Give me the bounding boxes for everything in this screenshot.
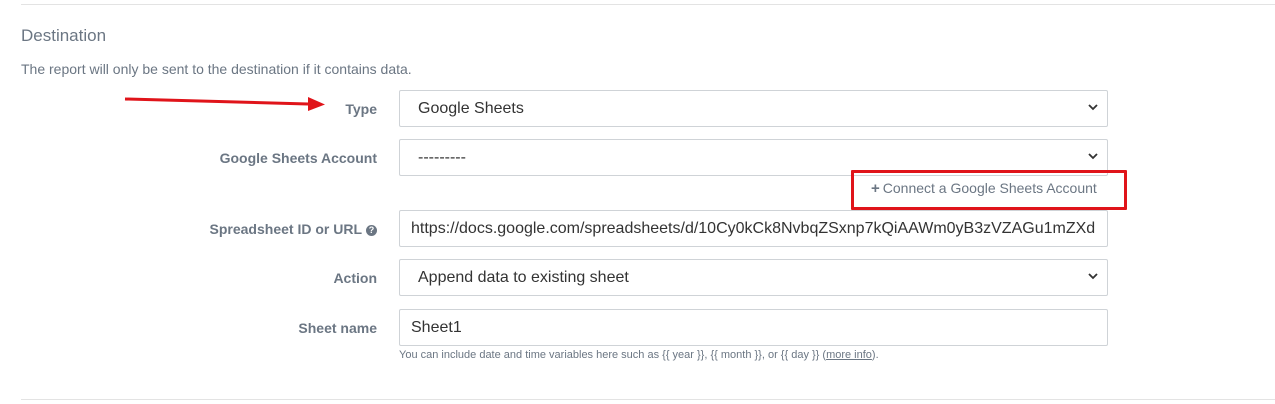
- sheet-name-input[interactable]: [399, 309, 1108, 346]
- action-select[interactable]: Append data to existing sheet: [399, 259, 1108, 296]
- sheet-name-label: Sheet name: [298, 320, 377, 336]
- question-circle-icon[interactable]: ?: [366, 225, 377, 236]
- more-info-link[interactable]: more info: [826, 349, 872, 361]
- type-select[interactable]: Google Sheets: [399, 90, 1108, 127]
- annotation-highlight-box: [851, 170, 1127, 210]
- chevron-down-icon: [1088, 104, 1098, 111]
- hint-text: You can include date and time variables …: [399, 349, 827, 361]
- annotation-arrow-icon: [124, 97, 325, 111]
- chevron-down-icon: [1088, 273, 1098, 280]
- top-divider: [21, 4, 1275, 5]
- spreadsheet-url-input[interactable]: [399, 210, 1108, 247]
- type-label: Type: [345, 101, 377, 117]
- bottom-divider: [21, 399, 1275, 400]
- spreadsheet-label: Spreadsheet ID or URL?: [210, 221, 377, 237]
- section-title: Destination: [21, 26, 107, 45]
- account-select-value: ---------: [418, 149, 466, 166]
- hint-text-end: ).: [871, 349, 879, 361]
- account-label: Google Sheets Account: [219, 150, 377, 166]
- action-label: Action: [333, 270, 377, 286]
- type-select-value: Google Sheets: [418, 100, 524, 117]
- spreadsheet-label-text: Spreadsheet ID or URL: [209, 221, 362, 237]
- chevron-down-icon: [1088, 153, 1098, 160]
- sheet-name-hint: You can include date and time variables …: [399, 349, 879, 361]
- section-description: The report will only be sent to the dest…: [21, 61, 412, 77]
- action-select-value: Append data to existing sheet: [418, 269, 629, 286]
